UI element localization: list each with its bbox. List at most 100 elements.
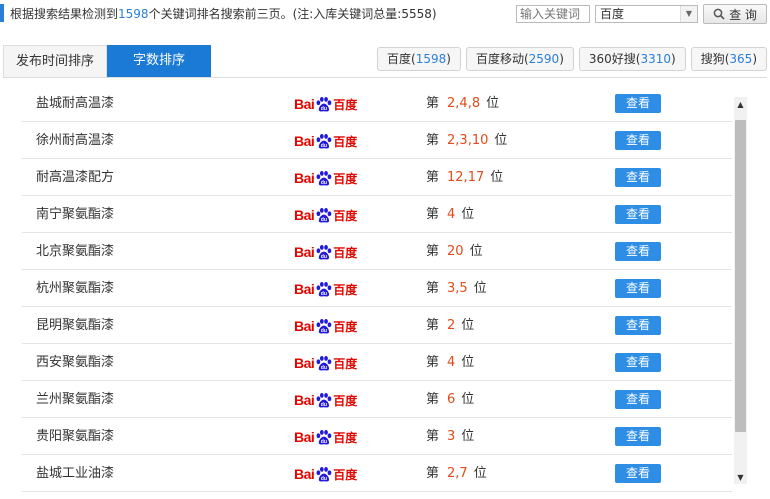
rank-text: 第4位 — [426, 207, 475, 222]
table-row: 昆明聚氨酯漆 Bai du 百度 第 2 位 查看 — [22, 307, 732, 344]
engine-baidu[interactable]: 百度(1598) — [377, 47, 461, 71]
svg-text:du: du — [321, 402, 327, 408]
table-row: 杭州聚氨酯漆 Bai du 百度 第 3,5 位 查看 — [22, 270, 732, 307]
table-row: 徐州耐高温漆 Bai du 百度 第 2,3,10 位 查看 — [22, 122, 732, 159]
baidu-paw-icon: du — [316, 466, 332, 482]
baidu-paw-icon: du — [316, 355, 332, 371]
rank-text: 第6位 — [426, 392, 475, 407]
engine-sogou[interactable]: 搜狗(365) — [690, 47, 767, 71]
baidu-logo: Bai du 百度 — [294, 392, 358, 408]
baidu-paw-icon: du — [316, 133, 332, 149]
keyword-text: 徐州耐高温漆 — [36, 133, 115, 148]
view-button[interactable]: 查看 — [615, 427, 661, 446]
tab-word-count[interactable]: 字数排序 — [107, 45, 211, 77]
table-row: 西安聚氨酯漆 Bai du 百度 第 4 位 查看 — [22, 344, 732, 381]
svg-text:du: du — [321, 291, 327, 297]
scroll-up-icon[interactable]: ▲ — [734, 97, 747, 111]
table-row: 盐城工业油漆 Bai du 百度 第 2,7 位 查看 — [22, 455, 732, 492]
rank-positions: 6 — [447, 392, 456, 407]
svg-text:du: du — [321, 365, 327, 371]
rank-text: 第 20 位 — [426, 244, 483, 259]
rank-text: 第 3,5 位 — [426, 281, 487, 296]
view-button[interactable]: 查看 — [615, 131, 661, 150]
engine-select-value: 百度 — [600, 7, 625, 21]
view-button[interactable]: 查看 — [615, 279, 661, 298]
rank-text: 第 12,17 位 — [426, 170, 504, 185]
svg-text:du: du — [321, 439, 327, 445]
table-row: 贵阳聚氨酯漆 Bai du 百度 第 3 位 查看 — [22, 418, 732, 455]
svg-text:du: du — [321, 476, 327, 482]
baidu-logo: Bai du 百度 — [294, 170, 358, 186]
keyword-text: 南宁聚氨酯漆 — [36, 207, 115, 222]
keyword-count: 1598 — [118, 6, 149, 21]
rank-text: 第 2,7 位 — [426, 466, 487, 481]
svg-text:du: du — [321, 180, 327, 186]
rank-text: 第3位 — [426, 429, 475, 444]
baidu-logo: Bai du 百度 — [294, 207, 358, 223]
baidu-logo: Bai du 百度 — [294, 133, 358, 149]
summary-line: 根据搜索结果检测到1598个关键词排名搜索前三页。(注:入库关键词总量:5558… — [0, 2, 437, 24]
summary-text: 根据搜索结果检测到1598个关键词排名搜索前三页。(注:入库关键词总量:5558… — [10, 6, 437, 21]
baidu-paw-icon: du — [316, 96, 332, 112]
engine-360[interactable]: 360好搜(3310) — [578, 47, 686, 71]
view-button[interactable]: 查看 — [615, 390, 661, 409]
view-button[interactable]: 查看 — [615, 205, 661, 224]
tab-divider — [3, 77, 767, 78]
baidu-logo: Bai du 百度 — [294, 244, 358, 260]
table-row: 北京聚氨酯漆 Bai du 百度 第 20 位 查看 — [22, 233, 732, 270]
engine-select[interactable]: 百度 ▼ — [595, 5, 698, 23]
rank-positions: 4 — [447, 207, 456, 222]
baidu-logo: Bai du 百度 — [294, 429, 358, 445]
table-row: 盐城耐高温漆 Bai du 百度 第 2,4,8 位 查看 — [22, 85, 732, 122]
rank-text: 第2位 — [426, 318, 475, 333]
scroll-down-icon[interactable]: ▼ — [734, 470, 747, 484]
view-button[interactable]: 查看 — [615, 94, 661, 113]
keyword-text: 兰州聚氨酯漆 — [36, 392, 115, 407]
rank-positions: 3 — [447, 429, 456, 444]
keyword-text: 杭州聚氨酯漆 — [36, 281, 115, 296]
svg-text:du: du — [321, 143, 327, 149]
baidu-paw-icon: du — [316, 429, 332, 445]
baidu-paw-icon: du — [316, 170, 332, 186]
keyword-input[interactable] — [516, 5, 590, 23]
rank-positions: 20 — [447, 244, 464, 259]
tab-publish-time[interactable]: 发布时间排序 — [3, 45, 107, 77]
svg-text:du: du — [321, 106, 327, 112]
view-button[interactable]: 查看 — [615, 242, 661, 261]
engine-filters: 百度(1598) 百度移动(2590) 360好搜(3310) 搜狗(365) — [377, 47, 767, 71]
baidu-logo: Bai du 百度 — [294, 96, 358, 112]
rank-positions: 2,7 — [447, 466, 468, 481]
sort-tabs: 发布时间排序 字数排序 — [3, 45, 211, 77]
scrollbar[interactable]: ▲ ▼ — [734, 97, 747, 484]
view-button[interactable]: 查看 — [615, 168, 661, 187]
view-button[interactable]: 查看 — [615, 464, 661, 483]
search-button[interactable]: 查 询 — [703, 4, 767, 24]
scrollbar-thumb[interactable] — [735, 120, 746, 432]
rank-positions: 2 — [447, 318, 456, 333]
baidu-paw-icon: du — [316, 318, 332, 334]
keyword-text: 昆明聚氨酯漆 — [36, 318, 115, 333]
svg-text:du: du — [321, 328, 327, 334]
ranking-list: 盐城耐高温漆 Bai du 百度第 2,4,8 位查看 徐州耐高温漆 Bai du 百度第 2,3,… — [22, 85, 732, 493]
rank-positions: 2,4,8 — [447, 96, 481, 111]
rank-positions: 3,5 — [447, 281, 468, 296]
rank-text: 第 2,3,10 位 — [426, 133, 508, 148]
view-button[interactable]: 查看 — [615, 316, 661, 335]
baidu-paw-icon: du — [316, 281, 332, 297]
svg-text:du: du — [321, 217, 327, 223]
view-button[interactable]: 查看 — [615, 353, 661, 372]
keyword-text: 耐高温漆配方 — [36, 170, 115, 185]
baidu-logo: Bai du 百度 — [294, 466, 358, 482]
search-button-label: 查 询 — [729, 7, 757, 22]
rank-positions: 4 — [447, 355, 456, 370]
svg-text:du: du — [321, 254, 327, 260]
table-row: 耐高温漆配方 Bai du 百度 第 12,17 位 查看 — [22, 159, 732, 196]
engine-baidu-mobile[interactable]: 百度移动(2590) — [465, 47, 574, 71]
rank-text: 第4位 — [426, 355, 475, 370]
keyword-text: 贵阳聚氨酯漆 — [36, 429, 115, 444]
chevron-down-icon[interactable]: ▼ — [680, 6, 697, 22]
baidu-logo: Bai du 百度 — [294, 318, 358, 334]
keyword-text: 西安聚氨酯漆 — [36, 355, 115, 370]
baidu-logo: Bai du 百度 — [294, 355, 358, 371]
keyword-text: 盐城工业油漆 — [36, 466, 115, 481]
